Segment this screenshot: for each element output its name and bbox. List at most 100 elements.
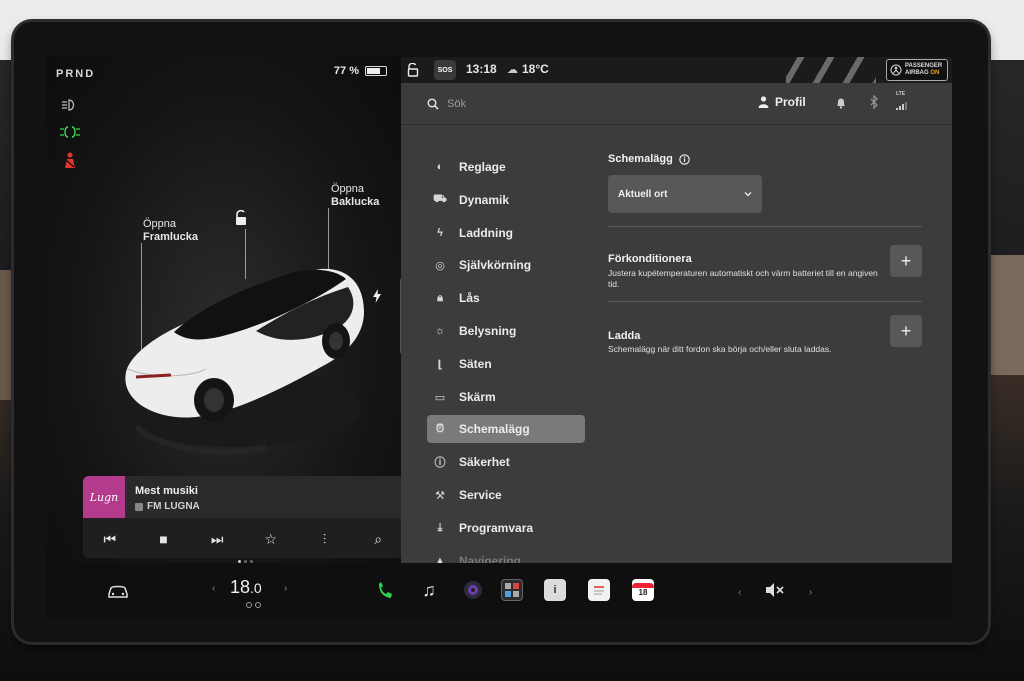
parking-lights-icon xyxy=(60,126,80,138)
nav-item-2[interactable]: ϟ Laddning xyxy=(427,219,585,247)
next-track-icon[interactable]: ⏭ xyxy=(205,531,229,548)
media-title: Mest musiki xyxy=(135,485,198,497)
airbag-label-line1: PASSENGER xyxy=(905,63,943,69)
battery-status: 77 % xyxy=(334,65,387,77)
music-icon[interactable]: ♫ xyxy=(418,575,440,605)
calendar-icon: 18 xyxy=(632,579,654,601)
app-launcher-button[interactable] xyxy=(501,575,523,605)
vehicle-illustration xyxy=(111,268,364,455)
media-station: FM LUGNA xyxy=(135,501,200,512)
nav-item-8[interactable]: ⏰︎ Schemalägg xyxy=(427,415,585,443)
settings-search-input[interactable] xyxy=(447,95,717,113)
battery-fill xyxy=(367,68,381,74)
calendar-day: 18 xyxy=(638,588,648,597)
nav-item-11[interactable]: ⤓ Programvara xyxy=(427,514,585,542)
location-dropdown[interactable]: Aktuell ort xyxy=(608,175,762,213)
settings-header: Profil LTE xyxy=(401,83,952,125)
station-name: FM LUGNA xyxy=(147,501,200,512)
sos-button[interactable]: SOS xyxy=(434,60,456,80)
profile-button[interactable]: Profil xyxy=(758,95,806,109)
mute-icon[interactable] xyxy=(764,575,786,605)
info-icon[interactable] xyxy=(679,153,690,165)
info-circle-icon: ⓘ xyxy=(434,457,446,469)
stop-icon[interactable]: ■ xyxy=(151,531,175,547)
temp-down-icon[interactable]: ‹ xyxy=(212,583,215,594)
battery-icon xyxy=(365,66,387,76)
temp-integer: 18 xyxy=(230,577,251,597)
clock: 13:18 xyxy=(466,62,497,76)
outside-temp: 18°C xyxy=(522,62,549,76)
nav-item-9[interactable]: ⓘ Säkerhet xyxy=(427,448,585,476)
divider xyxy=(608,226,922,227)
open-frunk-button[interactable]: Öppna Framlucka xyxy=(143,218,198,244)
add-charge-schedule-button[interactable]: + xyxy=(890,315,922,347)
media-now-playing[interactable]: Lugn Mest musiki FM LUGNA xyxy=(83,476,405,518)
calendar-app-button[interactable]: 18 xyxy=(632,575,654,605)
unlock-icon[interactable] xyxy=(234,210,248,226)
nav-item-label: Programvara xyxy=(459,521,534,535)
nav-item-10[interactable]: ⚒ Service xyxy=(427,481,585,509)
battery-percent: 77 % xyxy=(333,65,359,77)
nav-item-4[interactable]: 🔒︎ Lås xyxy=(427,284,585,312)
nav-item-label: Reglage xyxy=(459,160,506,174)
add-precondition-button[interactable]: + xyxy=(890,245,922,277)
car-status-pane: PRND 77 % Öppna Framlucka Öppna Baklucka… xyxy=(46,57,405,563)
cabin-temperature[interactable]: 18.0 xyxy=(230,577,262,598)
nav-item-3[interactable]: ◎ Självkörning xyxy=(427,251,585,279)
signal-bars-icon xyxy=(896,102,907,110)
notification-bell-icon[interactable] xyxy=(836,97,846,109)
profile-icon xyxy=(758,96,769,108)
download-icon: ⤓ xyxy=(437,521,443,534)
status-bar-decoration xyxy=(786,57,876,83)
search-icon xyxy=(427,98,439,110)
open-trunk-button[interactable]: Öppna Baklucka xyxy=(331,183,379,209)
car-controls-icon[interactable] xyxy=(106,575,130,605)
nav-item-1[interactable]: ⛟ Dynamik xyxy=(427,186,585,214)
nav-item-label: Schemalägg xyxy=(459,422,530,436)
frunk-label-line1: Öppna xyxy=(143,218,177,230)
schedule-title: Schemalägg xyxy=(608,153,673,165)
nav-item-label: Säten xyxy=(459,357,492,371)
chevron-down-icon xyxy=(744,192,752,197)
location-dropdown-value: Aktuell ort xyxy=(618,188,668,200)
favorite-star-icon[interactable]: ☆ xyxy=(259,531,283,548)
nav-item-5[interactable]: ☼ Belysning xyxy=(427,317,585,345)
charge-description: Schemalägg när ditt fordon ska börja och… xyxy=(608,344,832,354)
nav-item-7[interactable]: ▭ Skärm xyxy=(427,383,585,411)
temp-decimal: .0 xyxy=(250,580,262,596)
status-bar: SOS 13:18 ☁ 18°C PASSENGER AIRBAG ON xyxy=(401,57,952,83)
volume-up-icon[interactable]: › xyxy=(809,587,812,598)
nav-item-label: Service xyxy=(459,488,502,502)
schedule-header: Schemalägg xyxy=(608,153,690,165)
cloud-sun-icon: ☁ xyxy=(507,63,518,76)
cellular-signal: LTE xyxy=(896,91,910,115)
manual-app-button[interactable]: i xyxy=(544,575,566,605)
bluetooth-icon[interactable] xyxy=(870,95,879,109)
media-controls: ⏮ ■ ⏭ ☆ ⫶ ⌕ xyxy=(83,522,405,556)
bottom-dock: ‹ 18.0 › ♫ i 18 ‹ › xyxy=(46,563,952,618)
wrench-icon: ⚒ xyxy=(435,489,445,502)
album-art: Lugn xyxy=(83,476,125,518)
unlocked-status-icon[interactable] xyxy=(407,63,419,77)
notes-app-button[interactable] xyxy=(588,575,610,605)
volume-down-icon[interactable]: ‹ xyxy=(738,587,741,598)
airbag-state: ON xyxy=(930,70,940,76)
lock-icon: 🔒︎ xyxy=(437,291,443,304)
car-icon: ⛟ xyxy=(433,193,447,205)
nav-item-label: Skärm xyxy=(459,390,496,404)
previous-track-icon[interactable]: ⏮ xyxy=(98,531,122,548)
equalizer-icon[interactable]: ⫶ xyxy=(312,531,336,548)
media-search-icon[interactable]: ⌕ xyxy=(366,531,390,548)
seat-icon: ⌊ xyxy=(437,358,443,371)
weather: ☁ 18°C xyxy=(507,62,549,76)
nav-item-label: Lås xyxy=(459,291,480,305)
nav-item-6[interactable]: ⌊ Säten xyxy=(427,350,585,378)
camera-icon[interactable] xyxy=(462,575,484,605)
apps-grid-icon xyxy=(501,579,523,601)
temp-up-icon[interactable]: › xyxy=(284,583,287,594)
nav-item-0[interactable]: ◐ Reglage xyxy=(427,153,585,181)
nav-item-label: Belysning xyxy=(459,324,517,338)
phone-icon[interactable] xyxy=(374,575,396,605)
display-icon: ▭ xyxy=(434,391,446,404)
frunk-label-line2: Framlucka xyxy=(143,231,199,243)
